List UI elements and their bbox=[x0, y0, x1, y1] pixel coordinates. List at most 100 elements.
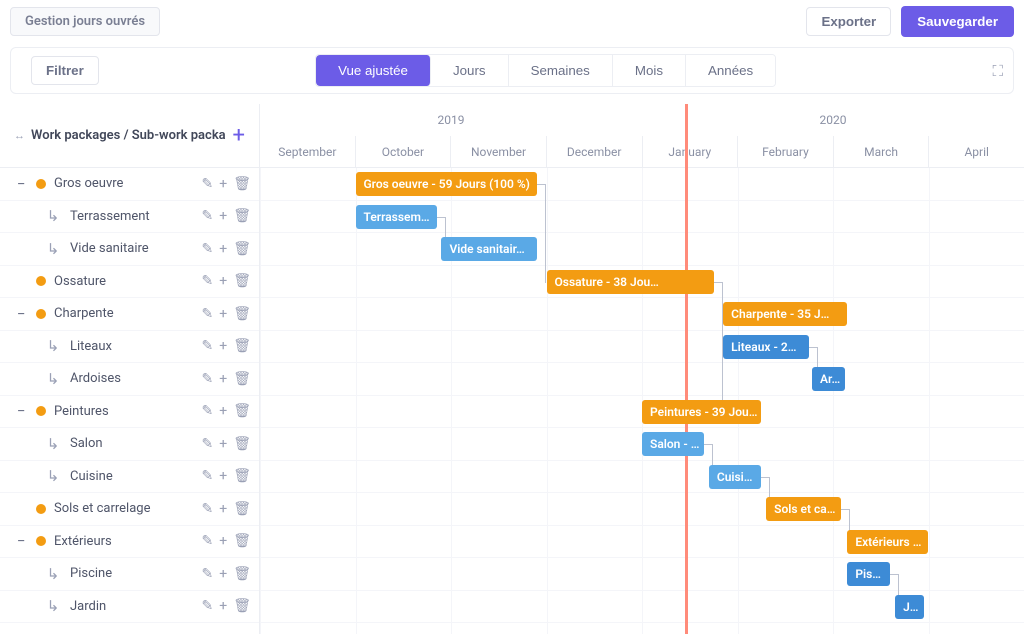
task-list-title: Work packages / Sub-work packa bbox=[31, 128, 227, 143]
month-label: December bbox=[546, 136, 642, 168]
add-icon[interactable]: + bbox=[219, 468, 227, 484]
delete-icon[interactable]: 🗑 bbox=[233, 371, 251, 387]
task-row[interactable]: ↳Ardoises✎+🗑 bbox=[0, 363, 259, 396]
delete-icon[interactable]: 🗑 bbox=[233, 436, 251, 452]
view-days[interactable]: Jours bbox=[431, 55, 509, 86]
add-task-button[interactable]: + bbox=[227, 123, 251, 148]
delete-icon[interactable]: 🗑 bbox=[233, 306, 251, 322]
gantt-bar-ext[interactable]: Extérieurs … bbox=[847, 530, 928, 554]
add-icon[interactable]: + bbox=[219, 208, 227, 224]
gantt-bar-sols[interactable]: Sols et ca… bbox=[766, 497, 840, 521]
task-row[interactable]: ↳Terrassement✎+🗑 bbox=[0, 201, 259, 234]
task-row[interactable]: −Peintures✎+🗑 bbox=[0, 396, 259, 429]
gantt-bar-peint[interactable]: Peintures - 39 Jou… bbox=[642, 400, 761, 424]
edit-icon[interactable]: ✎ bbox=[202, 598, 214, 614]
gantt-bar-pisc[interactable]: Pis… bbox=[847, 562, 890, 586]
task-row[interactable]: ↳Cuisine✎+🗑 bbox=[0, 461, 259, 494]
gantt-bar-gros[interactable]: Gros oeuvre - 59 Jours (100 %) bbox=[356, 172, 537, 196]
delete-icon[interactable]: 🗑 bbox=[233, 533, 251, 549]
fit-icon[interactable]: ⛶ bbox=[992, 62, 1003, 80]
edit-icon[interactable]: ✎ bbox=[202, 566, 214, 582]
child-arrow-icon: ↳ bbox=[44, 467, 62, 485]
status-dot bbox=[36, 504, 46, 514]
save-button[interactable]: Sauvegarder bbox=[901, 6, 1014, 37]
task-row[interactable]: ↳Liteaux✎+🗑 bbox=[0, 331, 259, 364]
filter-button[interactable]: Filtrer bbox=[31, 56, 99, 85]
collapse-toggle[interactable]: − bbox=[14, 532, 28, 550]
edit-icon[interactable]: ✎ bbox=[202, 338, 214, 354]
task-row[interactable]: ↳Vide sanitaire✎+🗑 bbox=[0, 233, 259, 266]
add-icon[interactable]: + bbox=[219, 241, 227, 257]
child-arrow-icon: ↳ bbox=[44, 435, 62, 453]
task-label: Piscine bbox=[70, 566, 194, 581]
delete-icon[interactable]: 🗑 bbox=[233, 598, 251, 614]
edit-icon[interactable]: ✎ bbox=[202, 403, 214, 419]
edit-icon[interactable]: ✎ bbox=[202, 208, 214, 224]
add-icon[interactable]: + bbox=[219, 306, 227, 322]
add-icon[interactable]: + bbox=[219, 566, 227, 582]
edit-icon[interactable]: ✎ bbox=[202, 436, 214, 452]
add-icon[interactable]: + bbox=[219, 403, 227, 419]
task-row[interactable]: −Gros oeuvre✎+🗑 bbox=[0, 168, 259, 201]
edit-icon[interactable]: ✎ bbox=[202, 176, 214, 192]
add-icon[interactable]: + bbox=[219, 273, 227, 289]
delete-icon[interactable]: 🗑 bbox=[233, 338, 251, 354]
collapse-toggle[interactable]: − bbox=[14, 402, 28, 420]
gantt-bar-lit[interactable]: Liteaux - 2… bbox=[723, 335, 809, 359]
task-label: Extérieurs bbox=[54, 534, 194, 549]
gantt-bar-terr[interactable]: Terrassem… bbox=[356, 205, 437, 229]
view-weeks[interactable]: Semaines bbox=[509, 55, 613, 86]
view-years[interactable]: Années bbox=[686, 55, 775, 86]
delete-icon[interactable]: 🗑 bbox=[233, 273, 251, 289]
gantt-bar-charp[interactable]: Charpente - 35 J… bbox=[723, 302, 847, 326]
edit-icon[interactable]: ✎ bbox=[202, 371, 214, 387]
task-row[interactable]: − Extérieurs ✎ + 🗑 bbox=[0, 526, 259, 559]
add-icon[interactable]: + bbox=[219, 371, 227, 387]
task-row[interactable]: ↳Salon✎+🗑 bbox=[0, 428, 259, 461]
task-row[interactable]: Ossature✎+🗑 bbox=[0, 266, 259, 299]
delete-icon[interactable]: 🗑 bbox=[233, 208, 251, 224]
gantt-bar-vide[interactable]: Vide sanitair… bbox=[441, 237, 537, 261]
gantt: ↔ Work packages / Sub-work packa + − Gros… bbox=[0, 104, 1024, 634]
month-label: February bbox=[737, 136, 833, 168]
collapse-toggle[interactable]: − bbox=[14, 175, 28, 193]
task-row[interactable]: Sols et carrelage✎+🗑 bbox=[0, 493, 259, 526]
edit-icon[interactable]: ✎ bbox=[202, 501, 214, 517]
add-icon[interactable]: + bbox=[219, 501, 227, 517]
delete-icon[interactable]: 🗑 bbox=[233, 566, 251, 582]
status-dot bbox=[36, 536, 46, 546]
view-months[interactable]: Mois bbox=[613, 55, 686, 86]
delete-icon[interactable]: 🗑 bbox=[233, 501, 251, 517]
edit-icon[interactable]: ✎ bbox=[202, 306, 214, 322]
add-icon[interactable]: + bbox=[219, 436, 227, 452]
year-label: 2019 bbox=[260, 104, 642, 136]
edit-icon[interactable]: ✎ bbox=[202, 273, 214, 289]
child-arrow-icon: ↳ bbox=[44, 565, 62, 583]
today-marker bbox=[685, 104, 688, 634]
delete-icon[interactable]: 🗑 bbox=[233, 241, 251, 257]
resize-handle-icon[interactable]: ↔ bbox=[14, 130, 25, 141]
task-row[interactable]: ↳ Piscine ✎ + 🗑 bbox=[0, 558, 259, 591]
add-icon[interactable]: + bbox=[219, 533, 227, 549]
page-title[interactable]: Gestion jours ouvrés bbox=[10, 7, 160, 36]
task-label: Terrassement bbox=[70, 209, 194, 224]
export-button[interactable]: Exporter bbox=[806, 7, 891, 36]
gantt-bar-cuis[interactable]: Cuisi… bbox=[709, 465, 762, 489]
task-row[interactable]: ↳Jardin✎+🗑 bbox=[0, 591, 259, 624]
add-icon[interactable]: + bbox=[219, 598, 227, 614]
edit-icon[interactable]: ✎ bbox=[202, 468, 214, 484]
child-arrow-icon: ↳ bbox=[44, 597, 62, 615]
delete-icon[interactable]: 🗑 bbox=[233, 176, 251, 192]
collapse-toggle[interactable]: − bbox=[14, 305, 28, 323]
edit-icon[interactable]: ✎ bbox=[202, 533, 214, 549]
add-icon[interactable]: + bbox=[219, 176, 227, 192]
gantt-bar-ard[interactable]: Ar… bbox=[812, 367, 845, 391]
view-adjusted[interactable]: Vue ajustée bbox=[316, 55, 431, 86]
add-icon[interactable]: + bbox=[219, 338, 227, 354]
gantt-bar-ossa[interactable]: Ossature - 38 Jou… bbox=[547, 270, 714, 294]
task-row[interactable]: −Charpente✎+🗑 bbox=[0, 298, 259, 331]
delete-icon[interactable]: 🗑 bbox=[233, 468, 251, 484]
gantt-bar-salon[interactable]: Salon - … bbox=[642, 432, 704, 456]
edit-icon[interactable]: ✎ bbox=[202, 241, 214, 257]
delete-icon[interactable]: 🗑 bbox=[233, 403, 251, 419]
